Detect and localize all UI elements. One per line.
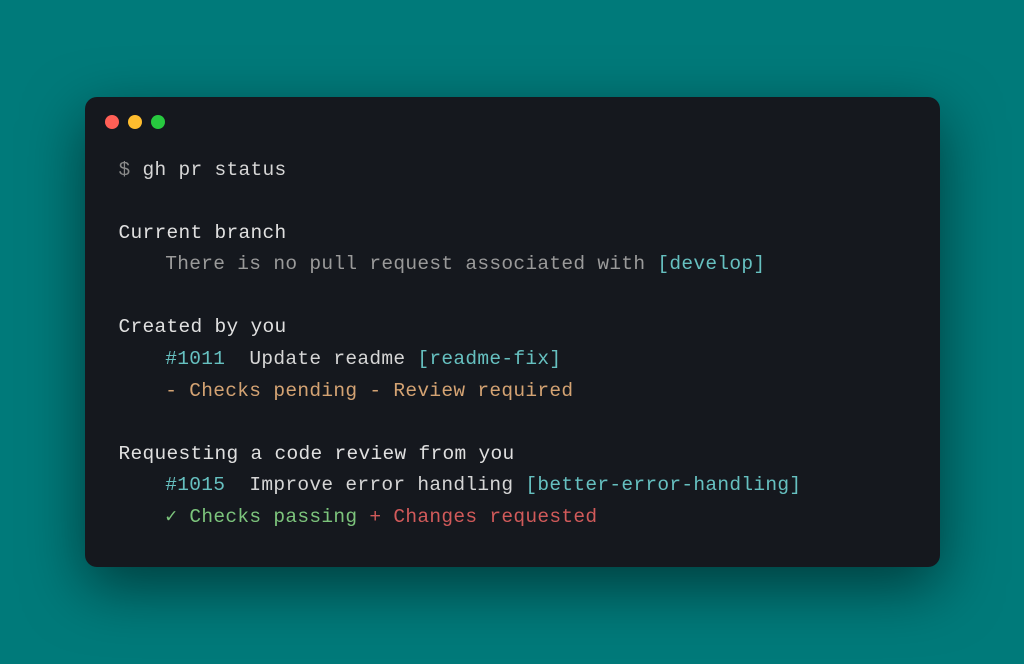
pr-status-line: ✓ Checks passing + Changes requested <box>119 502 906 534</box>
branch-name: [better-error-handling] <box>525 474 801 496</box>
section-created-by-you: Created by you #1011 Update readme [read… <box>119 312 906 407</box>
section-header: Created by you <box>119 312 906 344</box>
section-header: Requesting a code review from you <box>119 439 906 471</box>
branch-name: [readme-fix] <box>417 348 561 370</box>
pr-title: Improve error handling <box>249 474 525 496</box>
terminal-body[interactable]: $ gh pr status Current branch There is n… <box>85 137 940 568</box>
section-current-branch: Current branch There is no pull request … <box>119 218 906 281</box>
pr-title: Update readme <box>249 348 417 370</box>
pr-number: #1011 <box>165 348 225 370</box>
no-pr-message: There is no pull request associated with <box>165 253 657 275</box>
close-icon[interactable] <box>105 115 119 129</box>
pr-item: #1011 Update readme [readme-fix] <box>119 344 906 376</box>
prompt-line: $ gh pr status <box>119 155 906 187</box>
command-text: gh pr status <box>143 159 287 181</box>
section-requesting-review: Requesting a code review from you #1015 … <box>119 439 906 534</box>
prompt-symbol: $ <box>119 159 131 181</box>
status-changes-requested: + Changes requested <box>369 506 597 528</box>
branch-name: [develop] <box>657 253 765 275</box>
section-header: Current branch <box>119 218 906 250</box>
status-passing: Checks passing <box>177 506 369 528</box>
titlebar <box>85 97 940 137</box>
pr-item: #1015 Improve error handling [better-err… <box>119 470 906 502</box>
check-icon: ✓ <box>165 506 177 528</box>
status-pending: - Checks pending - Review required <box>165 380 573 402</box>
current-branch-message: There is no pull request associated with… <box>119 249 906 281</box>
pr-status-line: - Checks pending - Review required <box>119 376 906 408</box>
maximize-icon[interactable] <box>151 115 165 129</box>
pr-number: #1015 <box>165 474 225 496</box>
terminal-window: $ gh pr status Current branch There is n… <box>85 97 940 568</box>
minimize-icon[interactable] <box>128 115 142 129</box>
